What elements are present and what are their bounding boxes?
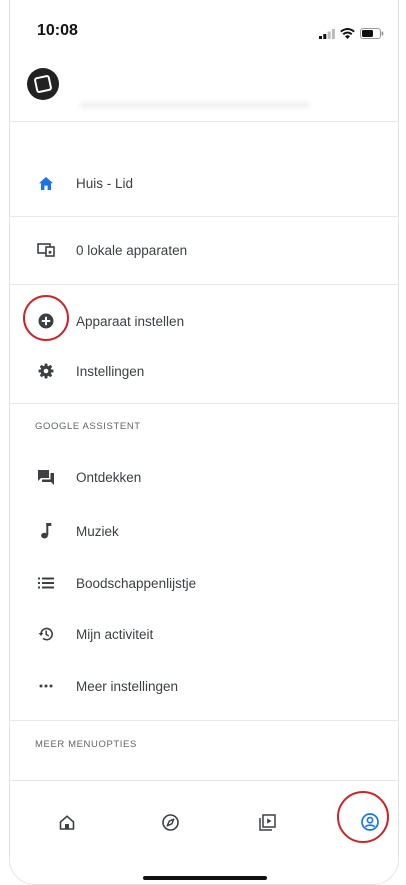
menu-item-label: Ontdekken [76, 469, 142, 485]
chat-icon [35, 466, 57, 488]
menu-item-home[interactable]: Huis - Lid [10, 159, 398, 207]
menu-item-label: Mijn activiteit [76, 626, 154, 642]
list-icon [35, 572, 57, 594]
highlight-ring-setup [23, 295, 69, 341]
google-home-logo [27, 68, 59, 100]
history-icon [35, 623, 57, 645]
menu-item-more-settings[interactable]: Meer instellingen [10, 662, 398, 710]
status-icons [319, 26, 384, 44]
menu-item-settings[interactable]: Instellingen [10, 347, 398, 395]
divider [10, 720, 398, 721]
media-tab-icon[interactable] [252, 807, 282, 837]
menu-item-label: Muziek [76, 523, 119, 539]
menu-item-shopping-list[interactable]: Boodschappenlijstje [10, 559, 398, 607]
status-bar: 10:08 [10, 0, 398, 60]
home-tab-icon[interactable] [52, 807, 82, 837]
battery-icon [360, 26, 384, 44]
bottom-navigation [10, 780, 398, 884]
section-header-more-options: MEER MENUOPTIES [35, 739, 137, 750]
menu-item-label: Huis - Lid [76, 175, 134, 191]
home-icon [35, 172, 57, 194]
menu-item-activity[interactable]: Mijn activiteit [10, 610, 398, 658]
devices-icon [35, 239, 57, 261]
phone-frame: 10:08 Huis - Lid 0 lokale apparaten Appa… [9, 0, 399, 885]
discover-tab-icon[interactable] [155, 807, 185, 837]
signal-icon [319, 26, 335, 44]
menu-item-music[interactable]: Muziek [10, 507, 398, 555]
menu-item-label: Boodschappenlijstje [76, 575, 197, 591]
menu-item-label: Instellingen [76, 363, 145, 379]
divider [10, 216, 398, 217]
divider [10, 284, 398, 285]
divider [10, 403, 398, 404]
menu-item-label: Apparaat instellen [76, 313, 185, 329]
home-indicator[interactable] [143, 876, 267, 880]
account-info-blurred [80, 102, 310, 108]
music-note-icon [35, 520, 57, 542]
menu-item-discover[interactable]: Ontdekken [10, 453, 398, 501]
menu-item-local-devices[interactable]: 0 lokale apparaten [10, 226, 398, 274]
section-header-assistant: GOOGLE ASSISTENT [35, 421, 141, 432]
wifi-icon [340, 26, 355, 44]
more-horizontal-icon [35, 675, 57, 697]
status-time: 10:08 [37, 22, 78, 39]
highlight-ring-account [337, 791, 389, 843]
menu-item-label: 0 lokale apparaten [76, 242, 188, 258]
gear-icon [35, 360, 57, 382]
menu-item-label: Meer instellingen [76, 678, 179, 694]
app-header [10, 60, 398, 122]
